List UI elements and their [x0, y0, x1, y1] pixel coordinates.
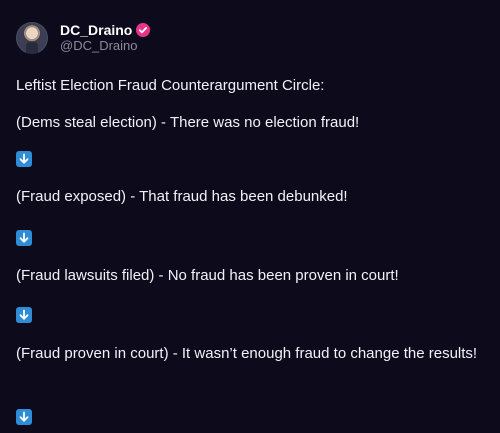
down-arrow-emoji-icon [16, 230, 32, 246]
author-handle[interactable]: @DC_Draino [60, 38, 150, 54]
down-arrow-emoji-icon [16, 151, 32, 167]
display-name-row: DC_Draino [60, 22, 151, 38]
post-text-heading: Leftist Election Fraud Counterargument C… [16, 77, 325, 94]
author-names: DC_Draino @DC_Draino [60, 22, 151, 54]
display-name[interactable]: DC_Draino [60, 22, 132, 38]
post-text-line-3: (Fraud lawsuits filed) - No fraud has be… [16, 267, 399, 284]
avatar[interactable] [16, 22, 48, 55]
post-header: DC_Draino @DC_Draino [16, 22, 151, 55]
down-arrow-emoji-icon [16, 409, 32, 425]
down-arrow-emoji-icon [16, 307, 32, 323]
post-text-line-2: (Fraud exposed) - That fraud has been de… [16, 188, 348, 205]
post-text-line-4: (Fraud proven in court) - It wasn’t enou… [16, 345, 478, 362]
post-text-line-1: (Dems steal election) - There was no ele… [16, 114, 360, 131]
post-card: DC_Draino @DC_Draino Leftist Election Fr… [0, 0, 500, 433]
verified-badge-icon [136, 23, 151, 38]
